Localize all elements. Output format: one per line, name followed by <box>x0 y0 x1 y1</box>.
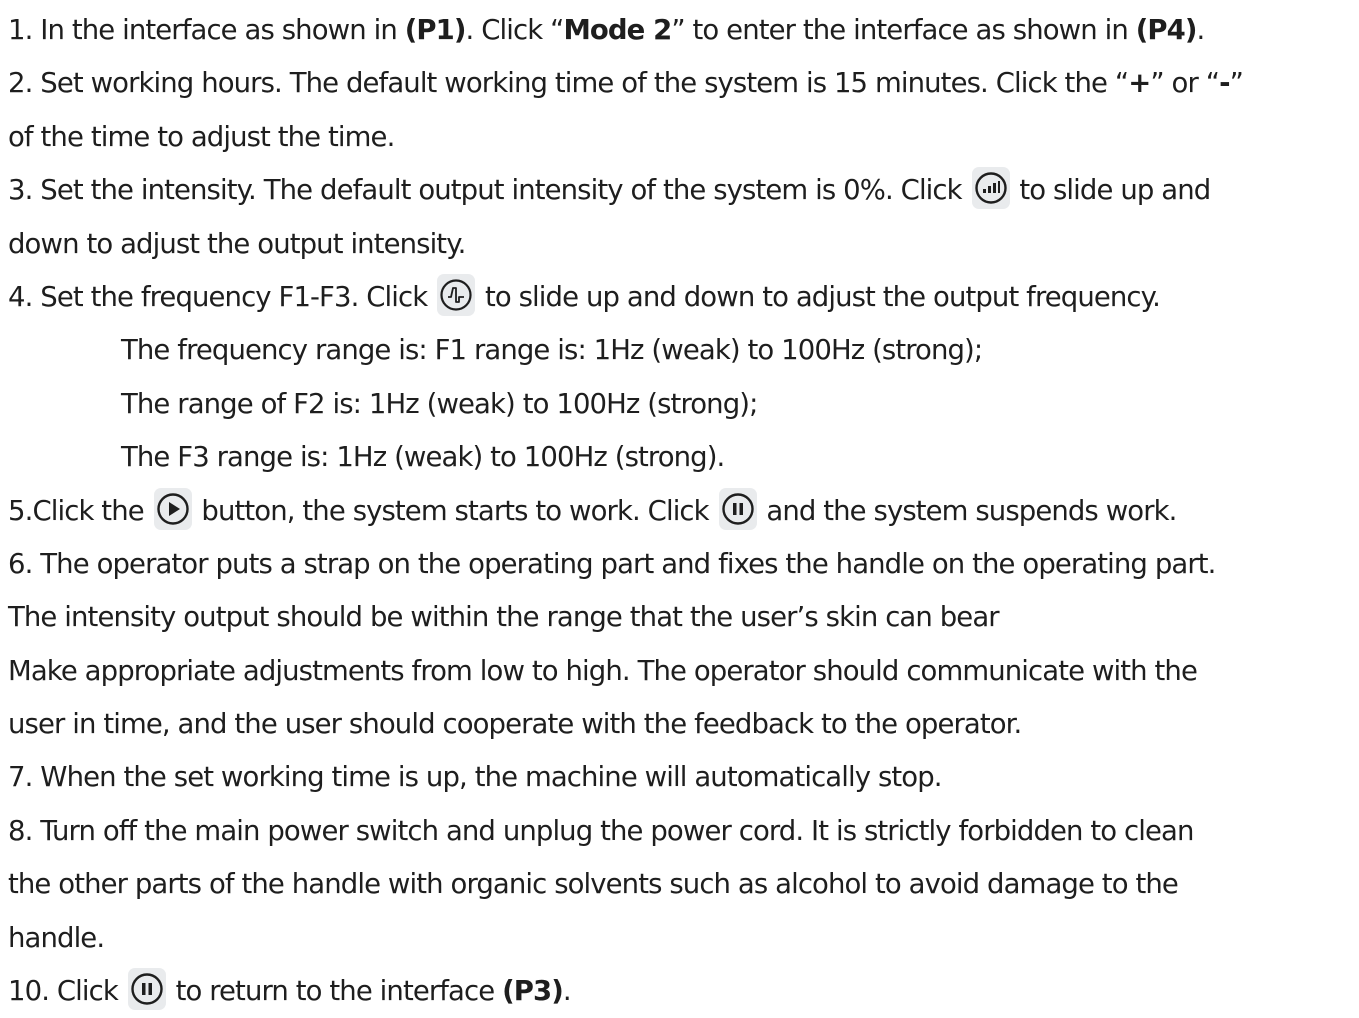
step-2-text: 2. Set working hours. The default workin… <box>8 67 1129 100</box>
step-3-text: to slide up and <box>1011 174 1211 207</box>
step-1-text: 1. In the interface as shown in <box>8 14 405 46</box>
step-8-continued: handle. <box>8 912 1356 965</box>
frequency-wave-icon <box>437 273 476 316</box>
step-3-line: 3. Set the intensity. The default output… <box>8 164 1356 217</box>
plus-label: + <box>1128 67 1151 100</box>
step-6-continued: The intensity output should be within th… <box>8 591 1356 644</box>
step-3-text: 3. Set the intensity. The default output… <box>8 174 970 207</box>
step-1-line: 1. In the interface as shown in (P1). Cl… <box>8 4 1356 57</box>
step-8-text: handle. <box>8 921 105 954</box>
step-5-line: 5.Click the button, the system starts to… <box>8 485 1356 538</box>
mode-2-label: Mode 2 <box>563 14 672 46</box>
step-2-line: 2. Set working hours. The default workin… <box>8 57 1356 110</box>
step-4-line: 4. Set the frequency F1-F3. Click to sli… <box>8 271 1356 324</box>
step-5-text: 5.Click the <box>8 494 152 527</box>
f2-range-text: The range of F2 is: 1Hz (weak) to 100Hz … <box>121 387 758 420</box>
f3-range-line: The F3 range is: 1Hz (weak) to 100Hz (st… <box>8 431 1356 484</box>
frequency-range-text: The frequency range is: F1 range is: 1Hz… <box>121 334 983 367</box>
step-8-text: 8. Turn off the main power switch and un… <box>8 814 1194 847</box>
step-10-line: 10. Click to return to the interface (P3… <box>8 965 1356 1018</box>
play-icon <box>153 487 192 530</box>
pause-icon <box>718 487 757 530</box>
ref-p3: (P3) <box>502 975 564 1008</box>
step-5-text: and the system suspends work. <box>758 494 1177 527</box>
step-6-text: 6. The operator puts a strap on the oper… <box>8 547 1216 580</box>
step-1-text: ” to enter the interface as shown in <box>671 14 1136 46</box>
ref-p1: (P1) <box>404 14 467 46</box>
step-6-line: 6. The operator puts a strap on the oper… <box>8 538 1356 591</box>
step-1-text: . <box>1196 14 1206 46</box>
step-8-continued: the other parts of the handle with organ… <box>8 858 1356 911</box>
step-3-continued: down to adjust the output intensity. <box>8 218 1356 271</box>
f2-range-line: The range of F2 is: 1Hz (weak) to 100Hz … <box>8 378 1356 431</box>
step-10-text: to return to the interface <box>167 975 503 1008</box>
step-4-text: 4. Set the frequency F1-F3. Click <box>8 280 436 313</box>
step-3-text: down to adjust the output intensity. <box>8 227 466 260</box>
step-5-text: button, the system starts to work. Click <box>193 494 717 527</box>
ref-p4: (P4) <box>1135 14 1198 46</box>
step-10-text: . <box>562 975 572 1008</box>
step-10-text: 10. Click <box>8 975 126 1008</box>
step-6-text: Make appropriate adjustments from low to… <box>8 654 1198 687</box>
step-7-line: 7. When the set working time is up, the … <box>8 751 1356 804</box>
step-6-continued: Make appropriate adjustments from low to… <box>8 645 1356 698</box>
step-8-text: the other parts of the handle with organ… <box>8 868 1179 901</box>
step-6-text: The intensity output should be within th… <box>8 601 1000 634</box>
f3-range-text: The F3 range is: 1Hz (weak) to 100Hz (st… <box>121 441 725 474</box>
step-2-continued: of the time to adjust the time. <box>8 111 1356 164</box>
step-2-text: ” <box>1229 67 1244 100</box>
step-2-text: ” or “ <box>1150 67 1220 100</box>
instruction-document: 1. In the interface as shown in (P1). Cl… <box>8 4 1356 1018</box>
step-4-text: to slide up and down to adjust the outpu… <box>477 280 1161 313</box>
step-6-text: user in time, and the user should cooper… <box>8 708 1022 741</box>
step-7-text: 7. When the set working time is up, the … <box>8 761 942 794</box>
step-6-continued: user in time, and the user should cooper… <box>8 698 1356 751</box>
pause-icon <box>127 968 166 1011</box>
step-2-text: of the time to adjust the time. <box>8 120 395 153</box>
frequency-range-line: The frequency range is: F1 range is: 1Hz… <box>8 324 1356 377</box>
minus-label: - <box>1219 67 1230 100</box>
step-1-text: . Click “ <box>465 14 565 46</box>
intensity-bars-icon <box>971 167 1010 210</box>
step-8-line: 8. Turn off the main power switch and un… <box>8 805 1356 858</box>
